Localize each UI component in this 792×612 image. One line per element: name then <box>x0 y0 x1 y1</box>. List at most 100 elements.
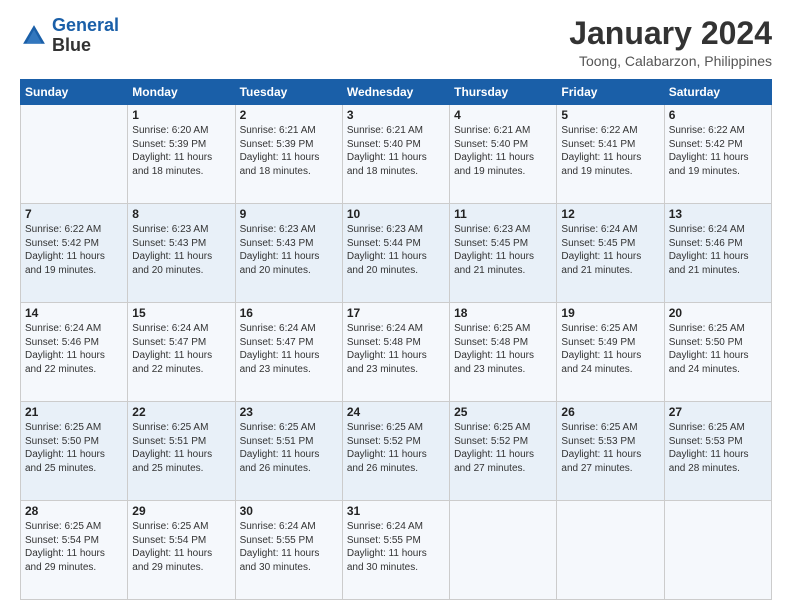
day-cell <box>664 501 771 600</box>
day-cell: 18Sunrise: 6:25 AMSunset: 5:48 PMDayligh… <box>450 303 557 402</box>
day-cell <box>557 501 664 600</box>
page: General Blue January 2024 Toong, Calabar… <box>0 0 792 612</box>
day-info: Sunrise: 6:25 AMSunset: 5:53 PMDaylight:… <box>561 421 659 475</box>
day-number: 7 <box>25 207 123 221</box>
day-number: 29 <box>132 504 230 518</box>
day-info: Sunrise: 6:23 AMSunset: 5:43 PMDaylight:… <box>240 223 338 277</box>
day-number: 31 <box>347 504 445 518</box>
day-number: 19 <box>561 306 659 320</box>
day-cell: 30 Sunrise: 6:24 AMSunset: 5:55 PMDayligh… <box>235 501 342 600</box>
header: General Blue January 2024 Toong, Calabar… <box>20 16 772 69</box>
header-day-tuesday: Tuesday <box>235 80 342 105</box>
logo-text: General Blue <box>52 16 119 56</box>
day-info: Sunrise: 6:24 AMSunset: 5:47 PMDaylight:… <box>240 322 338 376</box>
header-day-friday: Friday <box>557 80 664 105</box>
day-cell: 16 Sunrise: 6:24 AMSunset: 5:47 PMDayligh… <box>235 303 342 402</box>
day-info: Sunrise: 6:25 AMSunset: 5:51 PMDaylight:… <box>132 421 230 475</box>
calendar: SundayMondayTuesdayWednesdayThursdayFrid… <box>20 79 772 600</box>
day-number: 28 <box>25 504 123 518</box>
day-number: 2 <box>240 108 338 122</box>
day-info: Sunrise: 6:24 AMSunset: 5:46 PMDaylight:… <box>669 223 767 277</box>
day-info: Sunrise: 6:24 AMSunset: 5:45 PMDaylight:… <box>561 223 659 277</box>
day-number: 24 <box>347 405 445 419</box>
day-info: Sunrise: 6:24 AMSunset: 5:46 PMDaylight:… <box>25 322 123 376</box>
day-info: Sunrise: 6:25 AMSunset: 5:49 PMDaylight:… <box>561 322 659 376</box>
day-info: Sunrise: 6:24 AMSunset: 5:55 PMDaylight:… <box>240 520 338 574</box>
day-cell: 3Sunrise: 6:21 AMSunset: 5:40 PMDaylight… <box>342 105 449 204</box>
day-info: Sunrise: 6:25 AMSunset: 5:52 PMDaylight:… <box>347 421 445 475</box>
day-cell: 8Sunrise: 6:23 AMSunset: 5:43 PMDaylight… <box>128 204 235 303</box>
day-number: 20 <box>669 306 767 320</box>
day-cell: 7Sunrise: 6:22 AMSunset: 5:42 PMDaylight… <box>21 204 128 303</box>
day-cell: 25 Sunrise: 6:25 AMSunset: 5:52 PMDayligh… <box>450 402 557 501</box>
day-number: 26 <box>561 405 659 419</box>
subtitle: Toong, Calabarzon, Philippines <box>569 53 772 69</box>
day-number: 18 <box>454 306 552 320</box>
day-cell: 20 Sunrise: 6:25 AMSunset: 5:50 PMDayligh… <box>664 303 771 402</box>
header-day-wednesday: Wednesday <box>342 80 449 105</box>
day-number: 1 <box>132 108 230 122</box>
day-cell: 12 Sunrise: 6:24 AMSunset: 5:45 PMDayligh… <box>557 204 664 303</box>
calendar-header: SundayMondayTuesdayWednesdayThursdayFrid… <box>21 80 772 105</box>
day-cell: 13Sunrise: 6:24 AMSunset: 5:46 PMDayligh… <box>664 204 771 303</box>
day-cell <box>450 501 557 600</box>
day-number: 10 <box>347 207 445 221</box>
day-cell: 22 Sunrise: 6:25 AMSunset: 5:51 PMDayligh… <box>128 402 235 501</box>
calendar-body: 1 Sunrise: 6:20 AMSunset: 5:39 PMDaylight… <box>21 105 772 600</box>
day-cell: 26 Sunrise: 6:25 AMSunset: 5:53 PMDayligh… <box>557 402 664 501</box>
day-cell: 11 Sunrise: 6:23 AMSunset: 5:45 PMDayligh… <box>450 204 557 303</box>
header-day-thursday: Thursday <box>450 80 557 105</box>
day-info: Sunrise: 6:23 AMSunset: 5:44 PMDaylight:… <box>347 223 445 277</box>
day-cell: 6Sunrise: 6:22 AMSunset: 5:42 PMDaylight… <box>664 105 771 204</box>
day-info: Sunrise: 6:25 AMSunset: 5:54 PMDaylight:… <box>132 520 230 574</box>
week-row-1: 1 Sunrise: 6:20 AMSunset: 5:39 PMDaylight… <box>21 105 772 204</box>
day-info: Sunrise: 6:21 AMSunset: 5:39 PMDaylight:… <box>240 124 338 178</box>
day-cell: 14Sunrise: 6:24 AMSunset: 5:46 PMDayligh… <box>21 303 128 402</box>
day-cell: 23 Sunrise: 6:25 AMSunset: 5:51 PMDayligh… <box>235 402 342 501</box>
logo-line1: General <box>52 15 119 35</box>
day-cell: 9Sunrise: 6:23 AMSunset: 5:43 PMDaylight… <box>235 204 342 303</box>
day-info: Sunrise: 6:25 AMSunset: 5:51 PMDaylight:… <box>240 421 338 475</box>
day-cell: 17Sunrise: 6:24 AMSunset: 5:48 PMDayligh… <box>342 303 449 402</box>
day-info: Sunrise: 6:25 AMSunset: 5:52 PMDaylight:… <box>454 421 552 475</box>
day-cell: 19 Sunrise: 6:25 AMSunset: 5:49 PMDayligh… <box>557 303 664 402</box>
day-info: Sunrise: 6:24 AMSunset: 5:55 PMDaylight:… <box>347 520 445 574</box>
header-day-monday: Monday <box>128 80 235 105</box>
day-info: Sunrise: 6:23 AMSunset: 5:45 PMDaylight:… <box>454 223 552 277</box>
day-number: 5 <box>561 108 659 122</box>
day-info: Sunrise: 6:24 AMSunset: 5:47 PMDaylight:… <box>132 322 230 376</box>
day-number: 22 <box>132 405 230 419</box>
logo-icon <box>20 22 48 50</box>
header-row: SundayMondayTuesdayWednesdayThursdayFrid… <box>21 80 772 105</box>
day-cell: 31 Sunrise: 6:24 AMSunset: 5:55 PMDayligh… <box>342 501 449 600</box>
day-number: 4 <box>454 108 552 122</box>
day-number: 12 <box>561 207 659 221</box>
title-block: January 2024 Toong, Calabarzon, Philippi… <box>569 16 772 69</box>
day-cell: 21Sunrise: 6:25 AMSunset: 5:50 PMDayligh… <box>21 402 128 501</box>
day-number: 30 <box>240 504 338 518</box>
day-cell: 29 Sunrise: 6:25 AMSunset: 5:54 PMDayligh… <box>128 501 235 600</box>
week-row-2: 7Sunrise: 6:22 AMSunset: 5:42 PMDaylight… <box>21 204 772 303</box>
day-number: 27 <box>669 405 767 419</box>
week-row-5: 28 Sunrise: 6:25 AMSunset: 5:54 PMDayligh… <box>21 501 772 600</box>
day-cell: 15Sunrise: 6:24 AMSunset: 5:47 PMDayligh… <box>128 303 235 402</box>
week-row-4: 21Sunrise: 6:25 AMSunset: 5:50 PMDayligh… <box>21 402 772 501</box>
day-info: Sunrise: 6:21 AMSunset: 5:40 PMDaylight:… <box>454 124 552 178</box>
day-info: Sunrise: 6:25 AMSunset: 5:50 PMDaylight:… <box>669 322 767 376</box>
day-cell: 28Sunrise: 6:25 AMSunset: 5:54 PMDayligh… <box>21 501 128 600</box>
day-info: Sunrise: 6:21 AMSunset: 5:40 PMDaylight:… <box>347 124 445 178</box>
day-number: 11 <box>454 207 552 221</box>
day-cell: 1 Sunrise: 6:20 AMSunset: 5:39 PMDaylight… <box>128 105 235 204</box>
day-info: Sunrise: 6:25 AMSunset: 5:50 PMDaylight:… <box>25 421 123 475</box>
day-number: 23 <box>240 405 338 419</box>
main-title: January 2024 <box>569 16 772 51</box>
day-cell: 24 Sunrise: 6:25 AMSunset: 5:52 PMDayligh… <box>342 402 449 501</box>
day-number: 25 <box>454 405 552 419</box>
day-number: 16 <box>240 306 338 320</box>
day-info: Sunrise: 6:20 AMSunset: 5:39 PMDaylight:… <box>132 124 230 178</box>
day-cell: 10 Sunrise: 6:23 AMSunset: 5:44 PMDayligh… <box>342 204 449 303</box>
day-cell: 2 Sunrise: 6:21 AMSunset: 5:39 PMDaylight… <box>235 105 342 204</box>
day-cell <box>21 105 128 204</box>
day-info: Sunrise: 6:23 AMSunset: 5:43 PMDaylight:… <box>132 223 230 277</box>
day-info: Sunrise: 6:25 AMSunset: 5:53 PMDaylight:… <box>669 421 767 475</box>
